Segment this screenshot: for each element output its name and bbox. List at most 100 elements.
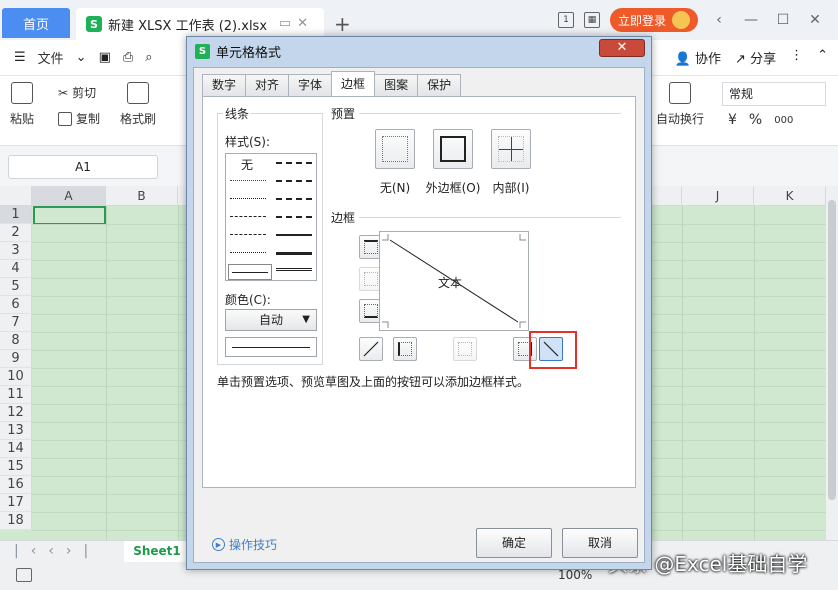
- border-left-button[interactable]: [393, 337, 417, 361]
- select-all-corner[interactable]: [0, 186, 32, 206]
- close-window-icon[interactable]: ✕: [804, 12, 826, 28]
- line-style-dot-fine[interactable]: [230, 252, 266, 253]
- column-header-a[interactable]: A: [32, 186, 106, 206]
- row-header[interactable]: 7: [0, 314, 32, 332]
- border-left-icon: [398, 342, 412, 356]
- minimize-icon[interactable]: —: [740, 12, 762, 28]
- maximize-icon[interactable]: ☐: [772, 12, 794, 28]
- currency-button[interactable]: ¥: [728, 112, 737, 128]
- print-preview-icon[interactable]: ⌕: [145, 50, 152, 65]
- column-header-b[interactable]: B: [106, 186, 178, 206]
- apps-grid-icon[interactable]: ▦: [583, 12, 600, 28]
- more-icon[interactable]: ⋮: [790, 48, 803, 67]
- scroll-thumb[interactable]: [828, 200, 836, 500]
- tab-font[interactable]: 字体: [288, 74, 333, 96]
- line-style-slant-dash[interactable]: [276, 216, 312, 218]
- row-header[interactable]: 14: [0, 440, 32, 458]
- close-tab-icon[interactable]: ✕: [297, 16, 314, 31]
- row-header[interactable]: 11: [0, 386, 32, 404]
- column-header-k[interactable]: K: [754, 186, 826, 206]
- print-icon[interactable]: ⎙: [123, 50, 133, 65]
- color-value: 自动: [258, 313, 283, 327]
- line-style-medium-dash[interactable]: [276, 162, 312, 164]
- row-header[interactable]: 9: [0, 350, 32, 368]
- save-icon[interactable]: ▣: [99, 50, 111, 65]
- collapse-ribbon-icon[interactable]: ⌃: [817, 48, 828, 67]
- number-format-select[interactable]: 常规: [722, 82, 826, 106]
- restore-icon[interactable]: ‹: [708, 12, 730, 28]
- new-tab-button[interactable]: +: [334, 12, 351, 36]
- line-style-dash[interactable]: [230, 234, 266, 235]
- row-header[interactable]: 18: [0, 512, 32, 530]
- row-header[interactable]: 2: [0, 224, 32, 242]
- tab-pattern[interactable]: 图案: [374, 74, 419, 96]
- thousands-button[interactable]: 000: [774, 115, 793, 126]
- row-header[interactable]: 13: [0, 422, 32, 440]
- tab-protection[interactable]: 保护: [417, 74, 462, 96]
- macro-icon[interactable]: [16, 568, 32, 582]
- tab-home[interactable]: 首页: [2, 8, 70, 38]
- cut-button[interactable]: ✂ 剪切: [58, 84, 96, 101]
- monitor-icon[interactable]: ▭: [279, 16, 297, 31]
- row-header[interactable]: 12: [0, 404, 32, 422]
- preset-none-button[interactable]: [375, 129, 415, 169]
- name-box[interactable]: A1: [8, 155, 158, 179]
- border-preview[interactable]: 文本: [379, 231, 529, 331]
- row-header[interactable]: 15: [0, 458, 32, 476]
- sheet-nav-arrows[interactable]: |‹‹›|: [14, 543, 100, 559]
- share-label: 分享: [750, 52, 777, 67]
- title-bar: 首页 S 新建 XLSX 工作表 (2).xlsx ▭✕ + 1 ▦ 立即登录 …: [0, 0, 838, 40]
- line-style-medium[interactable]: [276, 234, 312, 236]
- border-diagonal-up-button[interactable]: [359, 337, 383, 361]
- file-menu[interactable]: 文件: [38, 48, 64, 67]
- sheet-tab-sheet1[interactable]: Sheet1: [124, 541, 190, 562]
- row-header[interactable]: 16: [0, 476, 32, 494]
- tips-link[interactable]: ▶ 操作技巧: [212, 536, 277, 553]
- line-style-hair[interactable]: [230, 180, 266, 181]
- line-style-dash-dot[interactable]: [230, 216, 266, 217]
- zoom-level[interactable]: 100%: [558, 568, 592, 582]
- tab-alignment[interactable]: 对齐: [245, 74, 290, 96]
- color-select[interactable]: 自动 ▼: [225, 309, 317, 331]
- line-style-double[interactable]: [276, 268, 312, 271]
- active-cell[interactable]: [33, 206, 106, 225]
- row-header[interactable]: 17: [0, 494, 32, 512]
- cancel-button[interactable]: 取消: [562, 528, 638, 558]
- line-style-dotted[interactable]: [230, 198, 266, 199]
- collab-button[interactable]: 👤 协作: [675, 48, 721, 67]
- row-header[interactable]: 1: [0, 206, 32, 224]
- tab-border[interactable]: 边框: [331, 71, 376, 96]
- row-header[interactable]: 4: [0, 260, 32, 278]
- percent-button[interactable]: %: [749, 112, 762, 128]
- chevron-down-icon[interactable]: ⌄: [76, 50, 87, 65]
- vertical-scrollbar[interactable]: [826, 186, 838, 540]
- hamburger-icon[interactable]: ☰: [14, 50, 26, 65]
- window-layout-icon[interactable]: 1: [557, 12, 574, 28]
- login-button[interactable]: 立即登录: [609, 8, 698, 32]
- line-style-none[interactable]: 无: [230, 156, 264, 173]
- column-header-j[interactable]: J: [682, 186, 754, 206]
- tab-number[interactable]: 数字: [202, 74, 247, 96]
- line-style-selected[interactable]: [228, 264, 272, 280]
- share-button[interactable]: ↗ 分享: [735, 48, 776, 67]
- line-style-list[interactable]: 无: [225, 153, 317, 281]
- format-painter-button[interactable]: 格式刷: [120, 82, 156, 127]
- row-header[interactable]: 5: [0, 278, 32, 296]
- preset-outline-button[interactable]: [433, 129, 473, 169]
- dialog-close-button[interactable]: ✕: [599, 39, 645, 57]
- row-header[interactable]: 3: [0, 242, 32, 260]
- ok-button[interactable]: 确定: [476, 528, 552, 558]
- preset-inside-button[interactable]: [491, 129, 531, 169]
- paste-button[interactable]: 粘贴: [10, 82, 34, 127]
- line-style-thick[interactable]: [276, 252, 312, 255]
- document-tab-label: 新建 XLSX 工作表 (2).xlsx: [108, 18, 268, 34]
- wrap-text-icon: [669, 82, 691, 104]
- wrap-text-button[interactable]: 自动换行: [656, 82, 704, 127]
- row-header[interactable]: 10: [0, 368, 32, 386]
- line-style-medium-dash-dot[interactable]: [276, 180, 312, 182]
- row-header[interactable]: 6: [0, 296, 32, 314]
- line-style-medium-dash-dot-dot[interactable]: [276, 198, 312, 200]
- row-header[interactable]: 8: [0, 332, 32, 350]
- copy-button[interactable]: 复制: [58, 110, 100, 127]
- border-inside-vertical-button[interactable]: [453, 337, 477, 361]
